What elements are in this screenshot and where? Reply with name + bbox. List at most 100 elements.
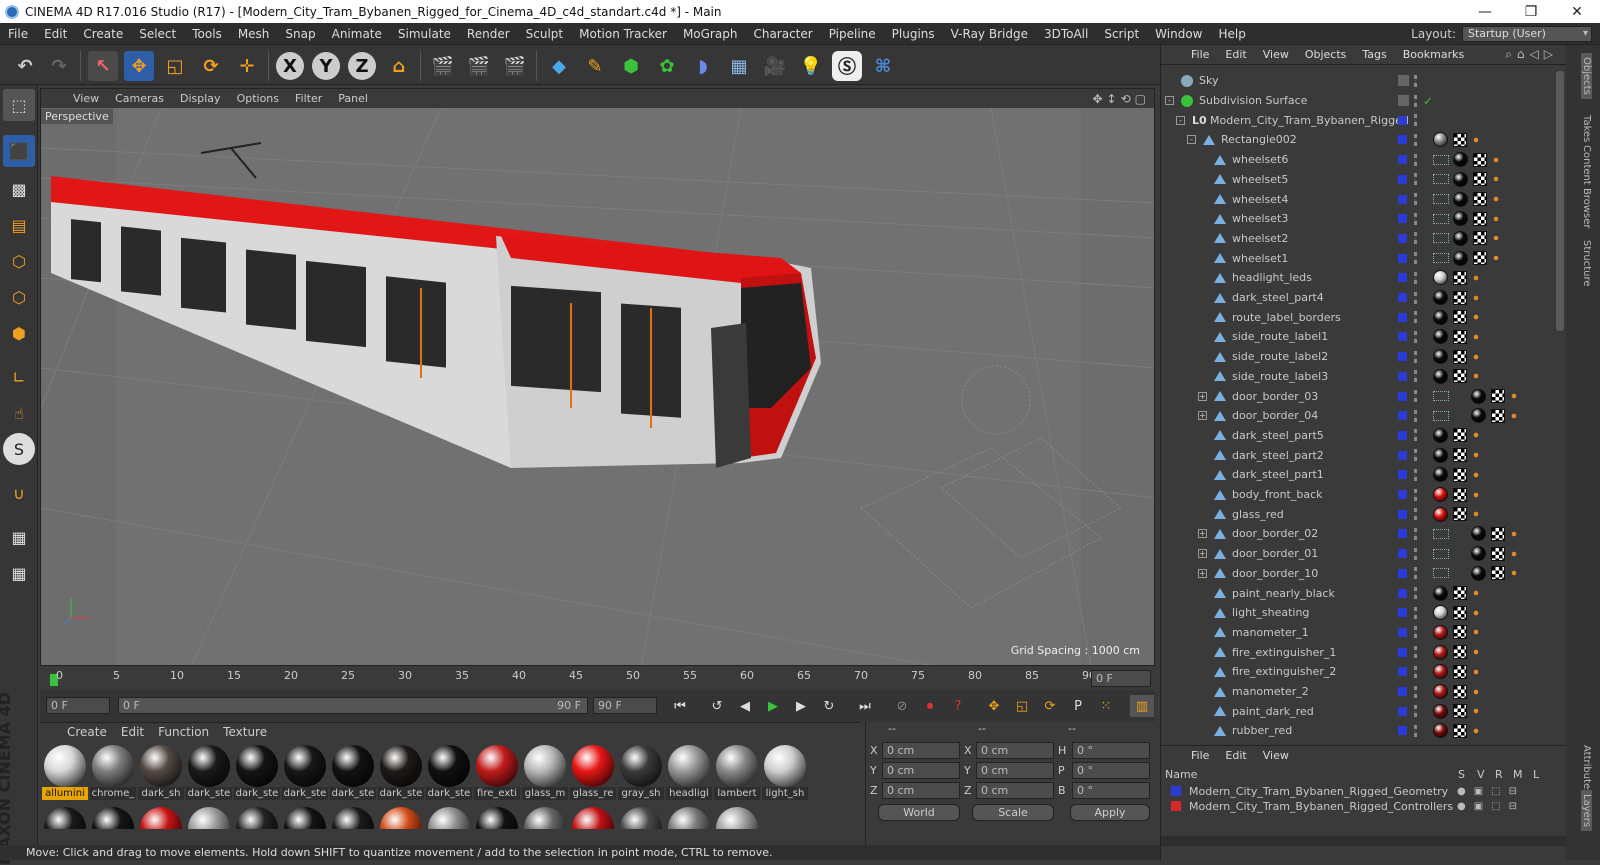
expand-toggle-icon[interactable]: -: [1176, 115, 1185, 125]
expand-toggle-icon[interactable]: +: [1198, 411, 1207, 421]
selection-tag-icon[interactable]: [1471, 469, 1481, 480]
maximize-button[interactable]: ❐: [1508, 4, 1554, 20]
selection-tag-icon[interactable]: [1509, 568, 1519, 579]
visibility-dots-icon[interactable]: [1414, 94, 1417, 107]
material-item[interactable]: dark_ste: [186, 743, 232, 805]
layer-color-icon[interactable]: [1398, 253, 1407, 263]
selection-tag-icon[interactable]: [1471, 272, 1481, 283]
z-axis-icon[interactable]: Z: [348, 52, 376, 80]
visibility-dots-icon[interactable]: [1414, 193, 1417, 206]
frame-range-slider[interactable]: 0 F 90 F: [118, 697, 588, 714]
material-item[interactable]: [714, 805, 760, 829]
layer-color-icon[interactable]: [1398, 214, 1407, 224]
texture-tag-icon[interactable]: [1453, 704, 1467, 719]
selection-tag-icon[interactable]: [1471, 647, 1481, 658]
visibility-dots-icon[interactable]: [1414, 330, 1417, 343]
visibility-dots-icon[interactable]: [1414, 173, 1417, 186]
layer-row[interactable]: Modern_City_Tram_Bybanen_Rigged_Geometry: [1171, 784, 1448, 798]
close-button[interactable]: ✕: [1554, 4, 1600, 20]
subdivision-surface-icon[interactable]: ⬢: [616, 51, 646, 81]
layer-color-icon[interactable]: [1398, 608, 1407, 618]
texture-tag-icon[interactable]: [1491, 546, 1505, 561]
visibility-dots-icon[interactable]: [1414, 449, 1417, 462]
redo-icon[interactable]: ↷: [44, 51, 74, 81]
menu-character[interactable]: Character: [745, 27, 820, 41]
rotate-tool-icon[interactable]: ⟳: [196, 51, 226, 81]
layer-color-icon[interactable]: [1398, 667, 1407, 677]
light-icon[interactable]: 💡: [796, 51, 826, 81]
viewport-menu-options[interactable]: Options: [229, 92, 287, 105]
texture-tag-icon[interactable]: [1453, 428, 1467, 443]
apply-button[interactable]: Apply: [1070, 804, 1150, 821]
material-item[interactable]: [570, 805, 616, 829]
material-item[interactable]: gray_sh: [618, 743, 664, 805]
material-tag-icon[interactable]: [1433, 270, 1448, 286]
layer-color-icon[interactable]: [1398, 115, 1407, 125]
constraint-tag-icon[interactable]: [1433, 174, 1449, 185]
menu-sculpt[interactable]: Sculpt: [518, 27, 571, 41]
layer-color-icon[interactable]: [1398, 470, 1407, 480]
material-tag-icon[interactable]: [1433, 309, 1448, 325]
menu-plugins[interactable]: Plugins: [884, 27, 943, 41]
object-menu-edit[interactable]: Edit: [1217, 48, 1254, 61]
visibility-dots-icon[interactable]: [1414, 390, 1417, 403]
viewport-menu-panel[interactable]: Panel: [330, 92, 376, 105]
prev-frame-icon[interactable]: ◀: [733, 695, 757, 717]
material-tag-icon[interactable]: [1433, 427, 1448, 443]
start-frame-field[interactable]: 0 F: [46, 697, 110, 714]
render-view-icon[interactable]: 🎬: [428, 51, 458, 81]
layer-color-icon[interactable]: [1398, 174, 1407, 184]
object-row[interactable]: - L0 Modern_City_Tram_Bybanen_Rigged: [1161, 110, 1553, 130]
layer-color-icon[interactable]: [1398, 391, 1407, 401]
material-item[interactable]: dark_ste: [282, 743, 328, 805]
prev-key-icon[interactable]: ↺: [705, 695, 729, 717]
coord-value-field[interactable]: 0 °: [1072, 762, 1150, 779]
constraint-tag-icon[interactable]: [1433, 528, 1449, 539]
visibility-dots-icon[interactable]: [1414, 665, 1417, 678]
menu-create[interactable]: Create: [75, 27, 131, 41]
material-tag-icon[interactable]: [1433, 684, 1448, 700]
deformer-icon[interactable]: ◗: [688, 51, 718, 81]
texture-tag-icon[interactable]: [1453, 586, 1467, 601]
material-item[interactable]: [666, 805, 712, 829]
selection-tag-icon[interactable]: [1509, 410, 1519, 421]
texture-tag-icon[interactable]: [1491, 389, 1505, 404]
material-item[interactable]: [282, 805, 328, 829]
object-row[interactable]: fire_extinguisher_1: [1161, 642, 1553, 662]
coordinate-system-icon[interactable]: ⌂: [384, 51, 414, 81]
texture-tag-icon[interactable]: [1453, 684, 1467, 699]
layer-color-icon[interactable]: [1398, 568, 1407, 578]
material-tag-icon[interactable]: [1433, 329, 1448, 345]
visibility-dots-icon[interactable]: [1414, 547, 1417, 560]
viewport-menu-display[interactable]: Display: [172, 92, 229, 105]
texture-tag-icon[interactable]: [1453, 270, 1467, 285]
object-row[interactable]: wheelset2: [1161, 229, 1553, 249]
texture-tag-icon[interactable]: [1453, 664, 1467, 679]
expand-toggle-icon[interactable]: +: [1198, 549, 1207, 559]
material-tag-icon[interactable]: [1471, 546, 1486, 562]
texture-tag-icon[interactable]: [1453, 329, 1467, 344]
material-tag-icon[interactable]: [1433, 723, 1448, 739]
texture-tag-icon[interactable]: [1453, 723, 1467, 738]
material-tag-icon[interactable]: [1471, 526, 1486, 542]
object-menu-objects[interactable]: Objects: [1297, 48, 1355, 61]
visibility-dots-icon[interactable]: [1414, 114, 1417, 127]
constraint-tag-icon[interactable]: [1433, 233, 1449, 244]
object-row[interactable]: light_sheating: [1161, 603, 1553, 623]
layer-color-icon[interactable]: [1398, 411, 1407, 421]
constraint-tag-icon[interactable]: [1433, 253, 1449, 264]
visibility-dots-icon[interactable]: [1414, 311, 1417, 324]
move-tool-icon[interactable]: ✥: [124, 51, 154, 81]
record-param-icon[interactable]: P: [1066, 695, 1090, 717]
material-tag-icon[interactable]: [1471, 565, 1486, 581]
selection-tag-icon[interactable]: [1471, 371, 1481, 382]
material-item[interactable]: glass_re: [570, 743, 616, 805]
axis-mode-icon[interactable]: ∟: [3, 361, 35, 393]
expand-toggle-icon[interactable]: +: [1198, 568, 1207, 578]
visibility-dots-icon[interactable]: [1414, 429, 1417, 442]
coord-value-field[interactable]: 0 cm: [882, 742, 960, 759]
menu-tools[interactable]: Tools: [184, 27, 230, 41]
vray-icon[interactable]: Ⓢ: [832, 51, 862, 81]
keyframe-selection-icon[interactable]: ?: [946, 695, 970, 717]
object-row[interactable]: manometer_2: [1161, 682, 1553, 702]
